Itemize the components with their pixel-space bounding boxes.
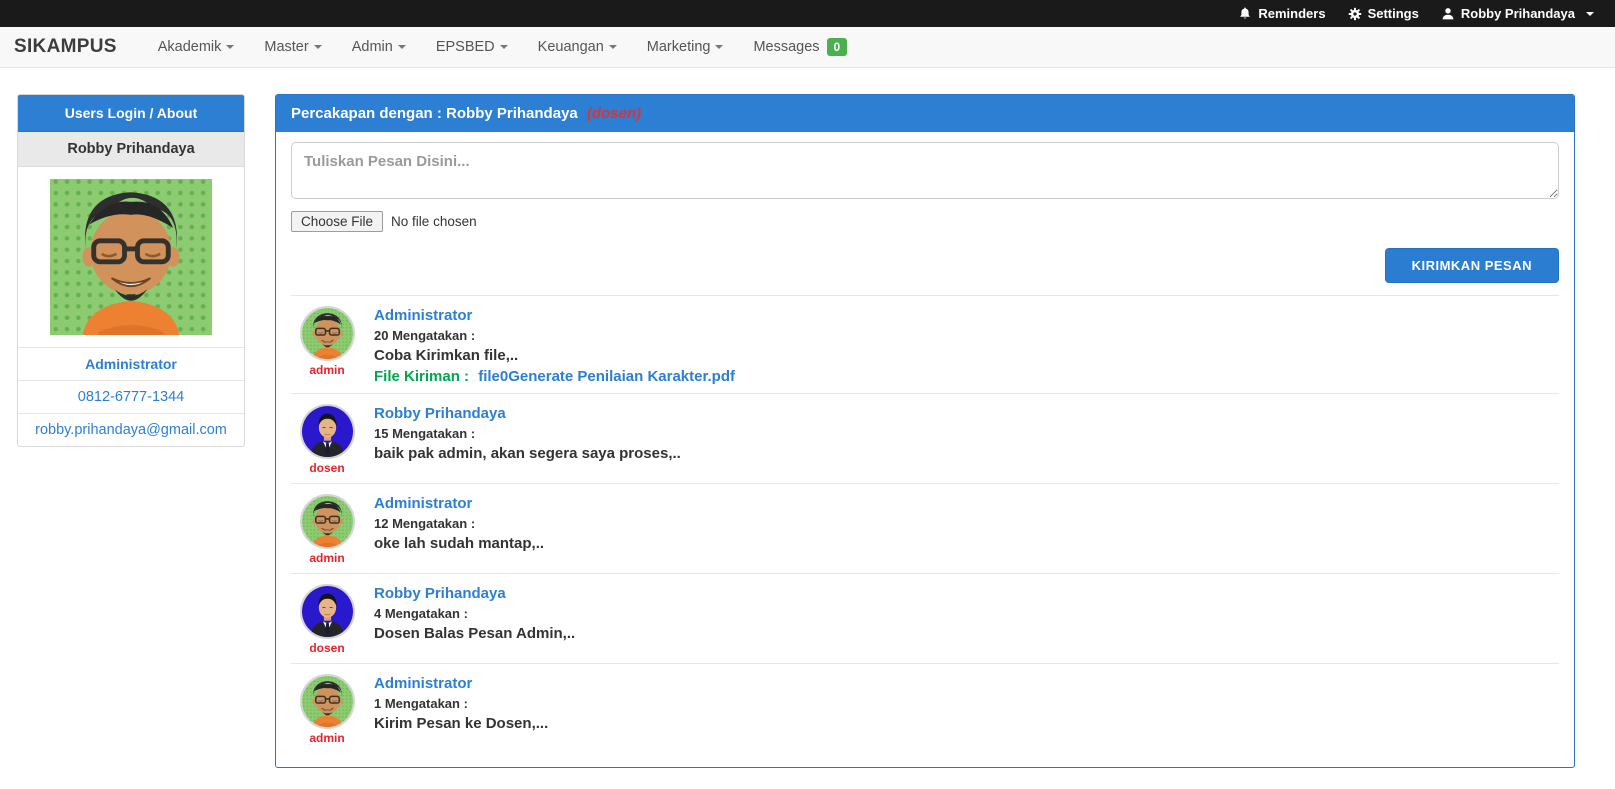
message-textarea[interactable] xyxy=(291,142,1559,199)
chevron-down-icon xyxy=(715,45,723,49)
nav-item-akademik[interactable]: Akademik xyxy=(143,27,250,68)
sender-avatar xyxy=(300,404,355,459)
sender-name-link[interactable]: Robby Prihandaya xyxy=(374,585,575,602)
user-display-name: Robby Prihandaya xyxy=(18,132,244,167)
gear-icon xyxy=(1348,7,1362,21)
conversation-role-tag: (dosen) xyxy=(587,105,641,122)
sender-role: dosen xyxy=(309,461,344,475)
nav-item-master[interactable]: Master xyxy=(249,27,336,68)
message-meta: 15 Mengatakan : xyxy=(374,426,681,441)
message-row: dosen Robby Prihandaya 4 Mengatakan : Do… xyxy=(291,573,1559,663)
reminders-label: Reminders xyxy=(1258,6,1325,21)
bell-icon xyxy=(1238,7,1252,21)
chevron-down-icon xyxy=(609,45,617,49)
message-text: Coba Kirimkan file,.. xyxy=(374,347,735,364)
message-row: dosen Robby Prihandaya 15 Mengatakan : b… xyxy=(291,393,1559,483)
attachment-link[interactable]: file0Generate Penilaian Karakter.pdf xyxy=(478,368,735,385)
user-role-link[interactable]: Administrator xyxy=(18,348,244,381)
cartoon-man-avatar xyxy=(50,179,212,335)
nav-menu: Akademik Master Admin EPSBED Keuangan Ma… xyxy=(143,27,863,68)
message-row: admin Administrator 20 Mengatakan : Coba… xyxy=(291,295,1559,393)
nav-item-keuangan[interactable]: Keuangan xyxy=(523,27,632,68)
conversation-header: Percakapan dengan : Robby Prihandaya (do… xyxy=(276,95,1574,132)
conversation-panel: Percakapan dengan : Robby Prihandaya (do… xyxy=(275,94,1575,768)
page-content: Users Login / About Robby Prihandaya Adm… xyxy=(0,68,1615,768)
message-meta: 20 Mengatakan : xyxy=(374,328,735,343)
panel-title: Users Login / About xyxy=(18,95,244,132)
message-text: oke lah sudah mantap,.. xyxy=(374,535,544,552)
message-meta: 4 Mengatakan : xyxy=(374,606,575,621)
main-navbar: SIKAMPUS Akademik Master Admin EPSBED Ke… xyxy=(0,27,1615,68)
settings-button[interactable]: Settings xyxy=(1337,6,1430,21)
nav-item-marketing[interactable]: Marketing xyxy=(632,27,739,68)
conversation-body: Choose File No file chosen KIRIMKAN PESA… xyxy=(276,132,1574,767)
sender-avatar xyxy=(300,674,355,729)
admin-avatar-icon xyxy=(302,308,353,359)
user-phone-link[interactable]: 0812-6777-1344 xyxy=(18,381,244,414)
user-about-panel: Users Login / About Robby Prihandaya Adm… xyxy=(17,94,245,447)
message-row: admin Administrator 1 Mengatakan : Kirim… xyxy=(291,663,1559,753)
settings-label: Settings xyxy=(1368,6,1419,21)
message-row: admin Administrator 12 Mengatakan : oke … xyxy=(291,483,1559,573)
top-utility-bar: Reminders Settings Robby Prihand xyxy=(0,0,1615,27)
user-email-link[interactable]: robby.prihandaya@gmail.com xyxy=(18,414,244,446)
admin-avatar-icon xyxy=(302,676,353,727)
sender-avatar xyxy=(300,306,355,361)
admin-avatar-icon xyxy=(302,496,353,547)
message-text: Kirim Pesan ke Dosen,... xyxy=(374,715,548,732)
message-meta: 12 Mengatakan : xyxy=(374,516,544,531)
message-meta: 1 Mengatakan : xyxy=(374,696,548,711)
send-row: KIRIMKAN PESAN xyxy=(291,248,1559,295)
chevron-down-icon xyxy=(226,45,234,49)
sender-avatar xyxy=(300,494,355,549)
attachment-label: File Kiriman : xyxy=(374,368,469,385)
nav-item-epsbed[interactable]: EPSBED xyxy=(421,27,523,68)
user-menu[interactable]: Robby Prihandaya xyxy=(1430,6,1605,21)
message-text: baik pak admin, akan segera saya proses,… xyxy=(374,445,681,462)
dosen-avatar-icon xyxy=(302,406,353,457)
message-list: admin Administrator 20 Mengatakan : Coba… xyxy=(291,295,1559,753)
chevron-down-icon xyxy=(314,45,322,49)
messages-count-badge: 0 xyxy=(827,38,848,56)
message-text: Dosen Balas Pesan Admin,.. xyxy=(374,625,575,642)
user-avatar xyxy=(18,167,244,348)
sender-role: dosen xyxy=(309,641,344,655)
attachment-line: File Kiriman : file0Generate Penilaian K… xyxy=(374,368,735,385)
sender-avatar xyxy=(300,584,355,639)
sender-role: admin xyxy=(309,363,344,377)
reminders-button[interactable]: Reminders xyxy=(1227,6,1336,21)
sender-name-link[interactable]: Administrator xyxy=(374,675,548,692)
brand-logo[interactable]: SIKAMPUS xyxy=(0,36,131,58)
chevron-down-icon xyxy=(398,45,406,49)
sender-name-link[interactable]: Administrator xyxy=(374,495,544,512)
file-upload-input[interactable]: Choose File No file chosen xyxy=(291,211,1559,232)
chevron-down-icon xyxy=(1586,12,1594,16)
choose-file-button[interactable]: Choose File xyxy=(291,211,383,232)
nav-item-admin[interactable]: Admin xyxy=(337,27,421,68)
sender-role: admin xyxy=(309,731,344,745)
sender-role: admin xyxy=(309,551,344,565)
file-chosen-status: No file chosen xyxy=(391,214,477,229)
send-message-button[interactable]: KIRIMKAN PESAN xyxy=(1385,248,1559,283)
sender-name-link[interactable]: Robby Prihandaya xyxy=(374,405,681,422)
chevron-down-icon xyxy=(500,45,508,49)
conversation-title: Percakapan dengan : Robby Prihandaya xyxy=(291,105,578,122)
sender-name-link[interactable]: Administrator xyxy=(374,307,735,324)
user-menu-label: Robby Prihandaya xyxy=(1461,6,1575,21)
nav-item-messages[interactable]: Messages 0 xyxy=(738,27,862,68)
dosen-avatar-icon xyxy=(302,586,353,637)
user-icon xyxy=(1441,7,1455,21)
